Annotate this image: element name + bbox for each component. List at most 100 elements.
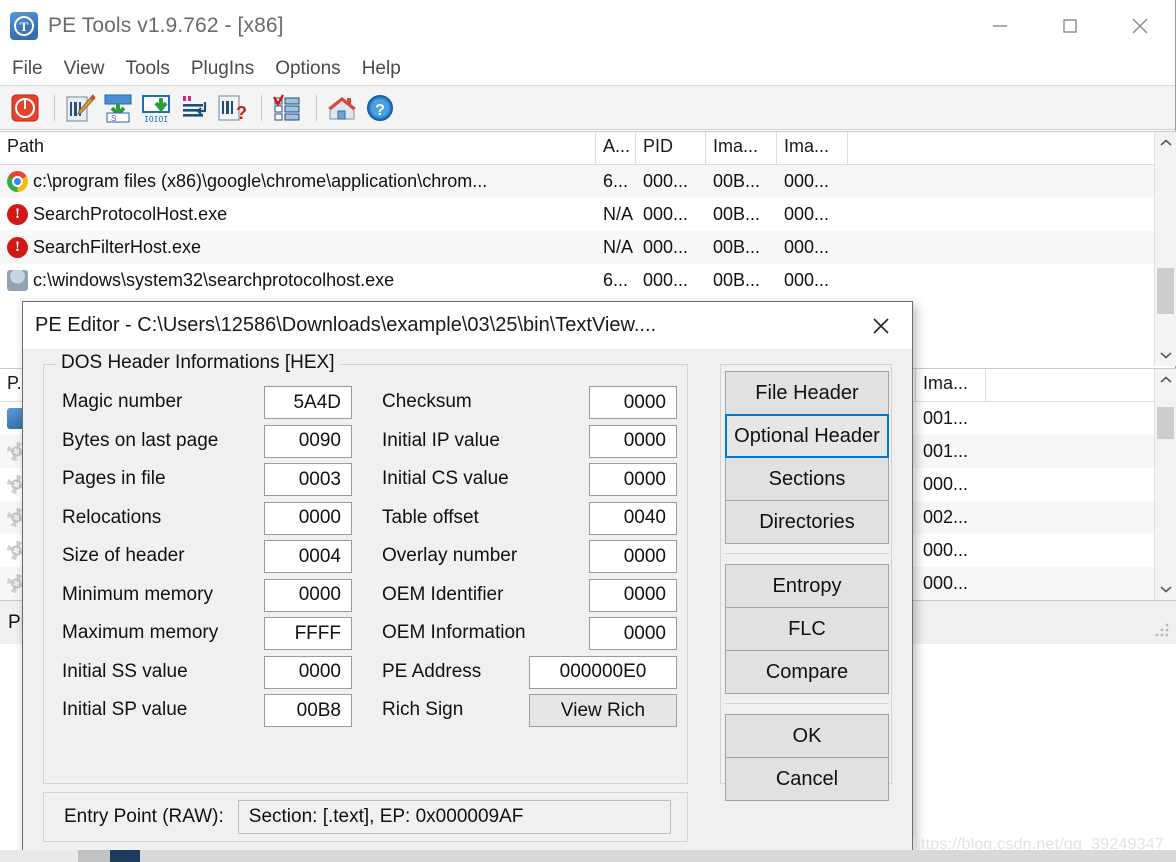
column-header-imagesize[interactable]: Ima...: [777, 132, 848, 164]
toolbar-separator: [54, 95, 55, 121]
title-bar: T PE Tools v1.9.762 - [x86]: [0, 0, 1175, 52]
field-pages-in-file: Pages in file 0003: [62, 460, 352, 499]
rebuild-imports-icon[interactable]: [177, 91, 211, 125]
column-header-pid[interactable]: PID: [636, 132, 706, 164]
module-list-scrollbar[interactable]: [1154, 369, 1176, 600]
field-value-input[interactable]: FFFF: [264, 617, 352, 650]
field-value-input[interactable]: 0003: [264, 463, 352, 496]
entry-point-label: Entry Point (RAW):: [64, 806, 224, 828]
field-label: PE Address: [382, 661, 481, 683]
field-value-input[interactable]: 0000: [589, 463, 677, 496]
minimize-button[interactable]: [965, 0, 1035, 52]
menu-plugins[interactable]: PlugIns: [189, 57, 256, 81]
field-size-of-header: Size of header 0004: [62, 537, 352, 576]
field-value-input[interactable]: 0040: [589, 502, 677, 535]
field-value-input[interactable]: 0000: [589, 617, 677, 650]
column-header-image[interactable]: Ima...: [916, 369, 986, 401]
sections-button[interactable]: Sections: [725, 457, 889, 501]
compare-button[interactable]: Compare: [725, 650, 889, 694]
dos-header-groupbox: DOS Header Informations [HEX] Magic numb…: [43, 364, 688, 784]
table-row[interactable]: c:\program files (x86)\google\chrome\app…: [0, 165, 1176, 198]
field-relocations: Relocations 0000: [62, 499, 352, 538]
field-bytes-on-last-page: Bytes on last page 0090: [62, 422, 352, 461]
home-icon[interactable]: [325, 91, 359, 125]
table-row[interactable]: ! SearchProtocolHost.exe N/A 000... 00B.…: [0, 198, 1176, 231]
menu-options[interactable]: Options: [273, 57, 342, 81]
field-rich-sign: Rich Sign View Rich: [382, 691, 677, 730]
svg-text:?: ?: [375, 102, 385, 119]
field-label: Bytes on last page: [62, 430, 218, 452]
field-value-input[interactable]: 0000: [589, 425, 677, 458]
cell-arch: N/A: [596, 237, 636, 258]
resize-grip-icon[interactable]: [1155, 623, 1169, 637]
menu-view[interactable]: View: [62, 57, 107, 81]
menu-file[interactable]: File: [10, 57, 45, 81]
field-value-input[interactable]: 0090: [264, 425, 352, 458]
cell-image: 000...: [916, 573, 986, 594]
field-value-input[interactable]: 0000: [264, 502, 352, 535]
scroll-down-icon[interactable]: [1155, 578, 1176, 600]
field-value-input[interactable]: 0000: [589, 540, 677, 573]
field-initial-ss-value: Initial SS value 0000: [62, 653, 352, 692]
table-row[interactable]: c:\windows\system32\searchprotocolhost.e…: [0, 264, 1176, 297]
field-value-input[interactable]: 0004: [264, 540, 352, 573]
window-title: PE Tools v1.9.762 - [x86]: [48, 14, 284, 38]
column-header-path[interactable]: Path: [0, 132, 596, 164]
menu-tools[interactable]: Tools: [123, 57, 171, 81]
dump-partial-icon[interactable]: IOIOI: [139, 91, 173, 125]
process-list-header: Path A... PID Ima... Ima...: [0, 132, 1176, 165]
directories-button[interactable]: Directories: [725, 500, 889, 544]
field-value-input[interactable]: 0000: [264, 656, 352, 689]
field-value-input[interactable]: 000000E0: [529, 656, 677, 689]
scrollbar-thumb[interactable]: [1157, 268, 1174, 314]
cancel-button[interactable]: Cancel: [725, 757, 889, 801]
ok-button[interactable]: OK: [725, 714, 889, 758]
menu-help[interactable]: Help: [360, 57, 403, 81]
column-header-arch[interactable]: A...: [596, 132, 636, 164]
field-value-input[interactable]: 0000: [589, 579, 677, 612]
cell-path: SearchProtocolHost.exe: [33, 204, 227, 225]
field-value-input[interactable]: 5A4D: [264, 386, 352, 419]
field-label: OEM Information: [382, 622, 526, 644]
pe-editor-icon[interactable]: [63, 91, 97, 125]
cell-path: c:\program files (x86)\google\chrome\app…: [33, 171, 487, 192]
help-icon[interactable]: ?: [363, 91, 397, 125]
flc-button[interactable]: FLC: [725, 607, 889, 651]
entropy-button[interactable]: Entropy: [725, 564, 889, 608]
cell-path: c:\windows\system32\searchprotocolhost.e…: [33, 270, 394, 291]
field-value-input[interactable]: 0000: [589, 386, 677, 419]
task-viewer-icon[interactable]: [270, 91, 304, 125]
scroll-up-icon[interactable]: [1155, 369, 1176, 391]
scroll-up-icon[interactable]: [1155, 132, 1176, 154]
field-value-input[interactable]: 0000: [264, 579, 352, 612]
file-header-button[interactable]: File Header: [725, 371, 889, 415]
column-header-imagebase[interactable]: Ima...: [706, 132, 777, 164]
table-row[interactable]: ! SearchFilterHost.exe N/A 000... 00B...…: [0, 231, 1176, 264]
cell-imagebase: 00B...: [706, 237, 777, 258]
close-button[interactable]: [1105, 0, 1175, 52]
field-initial-cs-value: Initial CS value 0000: [382, 460, 677, 499]
toolbar-separator: [316, 95, 317, 121]
taskbar-tile: [140, 850, 1176, 862]
cell-arch: N/A: [596, 204, 636, 225]
view-rich-button[interactable]: View Rich: [529, 694, 677, 727]
scroll-down-icon[interactable]: [1155, 344, 1176, 366]
toolbar: S IOIOI: [0, 86, 1175, 130]
power-terminate-icon[interactable]: [8, 91, 42, 125]
field-label: Maximum memory: [62, 622, 218, 644]
taskbar-tile: [78, 850, 110, 862]
scrollbar-thumb[interactable]: [1157, 407, 1174, 439]
maximize-button[interactable]: [1035, 0, 1105, 52]
taskbar-app-icon[interactable]: [110, 850, 140, 862]
optional-header-button[interactable]: Optional Header: [725, 414, 889, 458]
field-value-input[interactable]: 00B8: [264, 694, 352, 727]
cell-imagesize: 000...: [777, 237, 848, 258]
field-label: Initial IP value: [382, 430, 500, 452]
cell-image: 002...: [916, 507, 986, 528]
pe-sniffer-icon[interactable]: ?: [215, 91, 249, 125]
process-list-scrollbar[interactable]: [1154, 132, 1176, 366]
dump-full-icon[interactable]: S: [101, 91, 135, 125]
entry-point-value[interactable]: Section: [.text], EP: 0x000009AF: [238, 800, 671, 834]
dialog-close-button[interactable]: [850, 302, 912, 349]
cell-path: SearchFilterHost.exe: [33, 237, 201, 258]
